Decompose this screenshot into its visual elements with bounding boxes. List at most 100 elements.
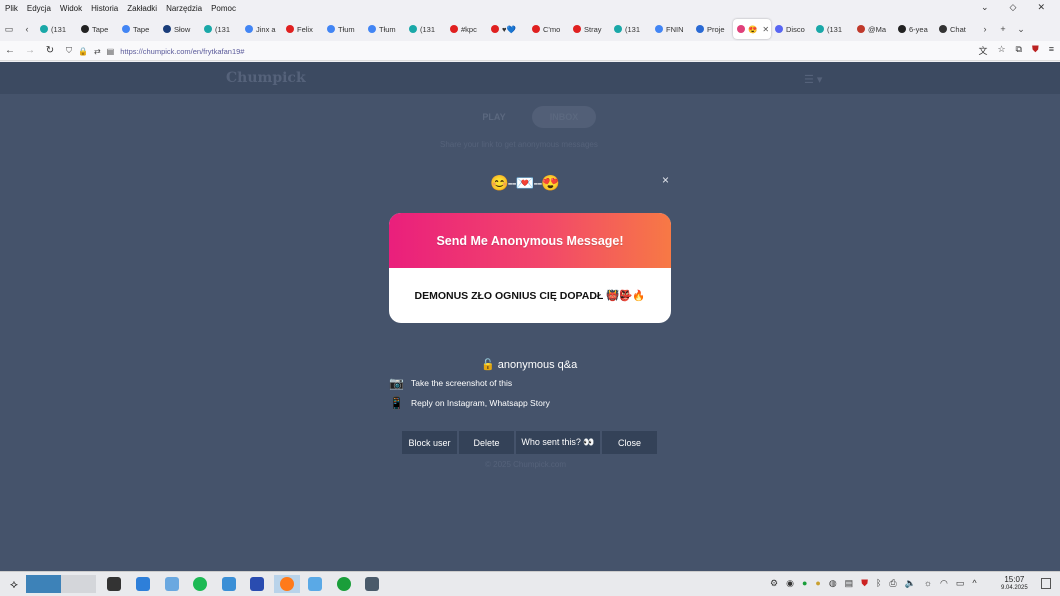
browser-tab[interactable]: (131	[405, 19, 446, 39]
hamburger-icon[interactable]: ☰ ▾	[804, 73, 822, 86]
browser-tab[interactable]: (131	[812, 19, 853, 39]
tab-inbox[interactable]: INBOX	[532, 106, 596, 128]
browser-tab[interactable]: ♥💙	[487, 19, 528, 39]
terminal-icon[interactable]	[104, 575, 124, 593]
delete-button[interactable]: Delete	[459, 431, 514, 454]
lock-icon[interactable]: 🔒	[78, 47, 88, 56]
firefox-icon[interactable]	[274, 575, 300, 593]
scroll-tabs-left-icon[interactable]: ‹	[18, 24, 36, 34]
browser-tab[interactable]: Proje	[692, 19, 733, 39]
tray-battery-icon[interactable]: ▭	[956, 578, 965, 589]
image-viewer-icon[interactable]	[162, 575, 182, 593]
close-button[interactable]: Close	[602, 431, 657, 454]
tray-update-icon[interactable]: ⚙	[770, 578, 778, 589]
menu-icon[interactable]: ≡	[1049, 44, 1054, 57]
who-sent-button[interactable]: Who sent this? 👀	[516, 431, 600, 454]
forward-icon[interactable]: →	[20, 45, 40, 56]
menu-plik[interactable]: Plik	[5, 4, 18, 13]
menu-edycja[interactable]: Edycja	[27, 4, 51, 13]
menu-narzedzia[interactable]: Narzędzia	[166, 4, 202, 13]
site-footer: © 2025 Chumpick.com	[485, 460, 567, 469]
tray-chat-icon[interactable]: ●	[802, 578, 807, 589]
tray-volume-icon[interactable]: 🔈	[905, 578, 916, 589]
new-tab-icon[interactable]: +	[994, 24, 1012, 34]
tab-label: C'mo	[543, 24, 561, 34]
tab-active[interactable]: 😍 ✕	[733, 19, 771, 39]
text-editor-icon[interactable]	[305, 575, 325, 593]
app-launcher-icon[interactable]: ⟡	[4, 575, 24, 593]
minimize-icon[interactable]: ⌄	[981, 2, 989, 13]
menu-pomoc[interactable]: Pomoc	[211, 4, 236, 13]
tray-brightness-icon[interactable]: ☼	[924, 578, 932, 589]
bookmark-star-icon[interactable]: ☆	[997, 44, 1005, 57]
browser-tab[interactable]: (131	[200, 19, 241, 39]
menu-zakladki[interactable]: Zakładki	[127, 4, 157, 13]
browser-tab[interactable]: FNIN	[651, 19, 692, 39]
tab-list: (131 Tape Tape Słow (131 Jinx a Felix Tłum Tłum (…	[36, 19, 976, 39]
browser-tab[interactable]: Felix	[282, 19, 323, 39]
browser-tab[interactable]: (131	[36, 19, 77, 39]
tab-list-icon[interactable]: ▭	[0, 24, 18, 35]
browser-tab[interactable]: (131	[610, 19, 651, 39]
game-icon[interactable]	[247, 575, 267, 593]
browser-tab[interactable]: Tłum	[364, 19, 405, 39]
extensions-icon[interactable]: ⧉	[1016, 44, 1022, 57]
store-icon[interactable]	[133, 575, 153, 593]
tray-clipboard-icon[interactable]: ▤	[845, 578, 854, 589]
browser-tab[interactable]: C'mo	[528, 19, 569, 39]
scroll-tabs-right-icon[interactable]: ›	[976, 24, 994, 34]
tab-play[interactable]: PLAY	[462, 106, 526, 128]
close-tab-icon[interactable]: ✕	[762, 25, 769, 34]
tray-wifi-icon[interactable]: ◠	[940, 578, 948, 589]
tab-overflow-icon[interactable]: ⌄	[1012, 24, 1030, 35]
block-user-button[interactable]: Block user	[402, 431, 457, 454]
browser-tab[interactable]: Jinx a	[241, 19, 282, 39]
site-logo[interactable]: Chumpick	[226, 70, 306, 86]
tray-printer-icon[interactable]: ⎙	[889, 578, 896, 589]
menu-widok[interactable]: Widok	[60, 4, 82, 13]
browser-tab[interactable]: Disco	[771, 19, 812, 39]
tray-pause-icon[interactable]: ◍	[829, 578, 837, 589]
clock[interactable]: 15:07 9.04.2025	[1001, 575, 1028, 593]
tab-label: @Ma	[868, 24, 887, 34]
action-buttons: Block user Delete Who sent this? 👀 Close	[402, 431, 657, 454]
menu-historia[interactable]: Historia	[91, 4, 118, 13]
reader-icon[interactable]: ▤	[107, 47, 115, 56]
spotify-icon[interactable]	[190, 575, 210, 593]
close-icon[interactable]: ×	[662, 173, 669, 187]
tray-security-icon[interactable]: ⛊	[861, 578, 868, 589]
show-desktop-button[interactable]	[1041, 578, 1051, 589]
back-icon[interactable]: ←	[0, 45, 20, 56]
browser-tab[interactable]: Chat	[935, 19, 976, 39]
tray-bluetooth-icon[interactable]: ᛒ	[876, 578, 881, 589]
browser-tab[interactable]: #kpc	[446, 19, 487, 39]
active-desktop[interactable]	[26, 575, 61, 593]
shield-icon[interactable]: ⛉	[66, 46, 72, 56]
tray-app-icon[interactable]: ●	[815, 578, 820, 589]
url-bar[interactable]: ⛉ 🔒 ⇄ ▤ https://chumpick.com/en/frytkafa…	[66, 43, 956, 59]
favicon-icon	[775, 25, 783, 33]
favicon-icon	[40, 25, 48, 33]
permissions-icon[interactable]: ⇄	[94, 47, 101, 56]
browser-tab[interactable]: Tape	[118, 19, 159, 39]
translate-icon[interactable]: 文	[978, 44, 987, 57]
browser-tab[interactable]: @Ma	[853, 19, 894, 39]
reload-icon[interactable]: ↻	[40, 45, 60, 56]
browser-tab[interactable]: 6-yea	[894, 19, 935, 39]
tray-steam-icon[interactable]: ◉	[786, 578, 794, 589]
shield-extension-icon[interactable]: ⛊	[1032, 44, 1039, 57]
browser-tab[interactable]: Tłum	[323, 19, 364, 39]
url-text[interactable]: https://chumpick.com/en/frytkafan19#	[120, 47, 244, 56]
media-icon[interactable]	[362, 575, 382, 593]
tray-expand-icon[interactable]: ^	[972, 578, 976, 589]
browser-tab[interactable]: Tape	[77, 19, 118, 39]
maximize-icon[interactable]: ◇	[1010, 2, 1017, 13]
browser-tab[interactable]: Słow	[159, 19, 200, 39]
tab-label: Stray	[584, 24, 602, 34]
chat-app-icon[interactable]	[334, 575, 354, 593]
tab-label: Proje	[707, 24, 725, 34]
file-manager-icon[interactable]	[219, 575, 239, 593]
camera-icon: 📷	[389, 376, 404, 390]
close-window-icon[interactable]: ✕	[1037, 2, 1045, 13]
browser-tab[interactable]: Stray	[569, 19, 610, 39]
